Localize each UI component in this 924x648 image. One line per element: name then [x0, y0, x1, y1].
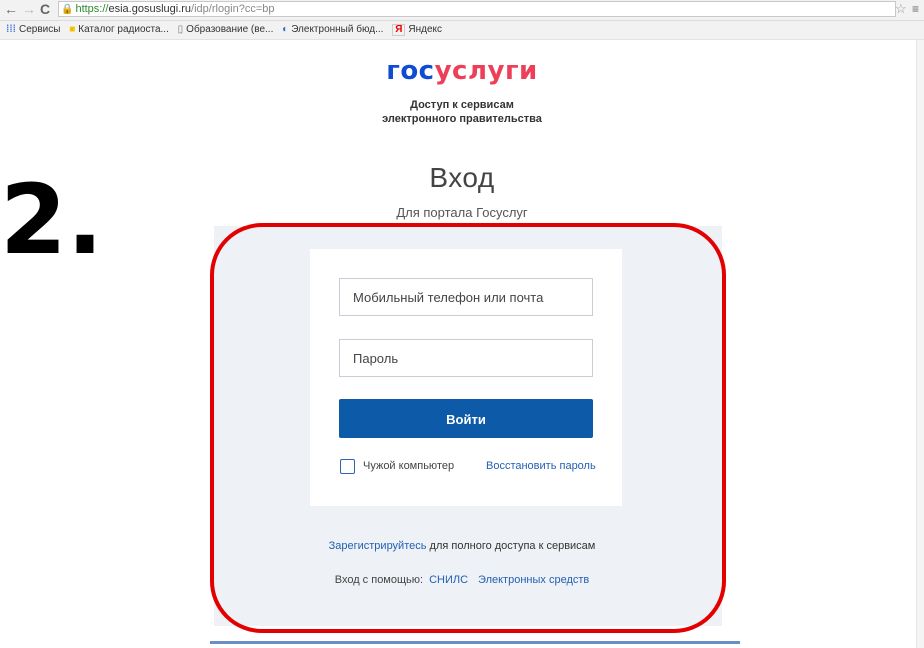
reload-icon[interactable]: C [40, 1, 50, 17]
foreign-computer-checkbox[interactable] [340, 459, 355, 474]
electronic-means-link[interactable]: Электронных средств [478, 574, 589, 586]
login-input[interactable] [339, 278, 593, 316]
page-title: Вход [429, 162, 495, 193]
login-via-label: Вход с помощью: [334, 574, 424, 586]
bookmark-label: Каталог радиоста... [78, 24, 169, 35]
logo-part-uslugi: услуги [434, 56, 538, 86]
address-bar[interactable]: 🔒 https://esia.gosuslugi.ru/idp/rlogin?cc… [58, 1, 896, 17]
apps-icon: ⁞⁞⁞ [6, 24, 16, 35]
bookmark-yandex[interactable]: Я Яндекс [392, 21, 442, 39]
bookmark-label: Образование (ве... [186, 24, 274, 35]
foreign-computer-label[interactable]: Чужой компьютер [363, 460, 454, 472]
page-scrollbar[interactable] [916, 40, 924, 648]
edu-icon: ◐ [282, 24, 289, 35]
snils-link[interactable]: СНИЛС [429, 574, 468, 586]
bookmarks-bar: ⁞⁞⁞ Сервисы ■ Каталог радиоста... ▯ Образов… [0, 21, 924, 40]
register-row: Зарегистрируйтесь для полного доступа к … [0, 540, 924, 552]
page-icon: ▯ [177, 24, 184, 35]
browser-menu-icon[interactable]: ≡ [912, 2, 919, 16]
restore-password-link[interactable]: Восстановить пароль [486, 460, 596, 472]
forward-icon[interactable]: → [22, 1, 36, 17]
tagline-line1: Доступ к сервисам [410, 99, 514, 111]
url-host: esia.gosuslugi.ru [108, 3, 192, 15]
yandex-icon: Я [392, 24, 406, 36]
login-button[interactable]: Войти [339, 399, 593, 438]
bookmark-label: Сервисы [19, 24, 61, 35]
lock-icon: 🔒 [61, 4, 74, 15]
bookmark-e-budget[interactable]: ◐ Электронный бюд... [282, 21, 383, 39]
folder-icon: ■ [69, 24, 76, 35]
bookmark-services[interactable]: ⁞⁞⁞ Сервисы [6, 21, 60, 39]
gosuslugi-logo[interactable]: госуслуги [0, 56, 924, 86]
login-via-row: Вход с помощью: СНИЛС Электронных средств [0, 574, 924, 586]
register-text: для полного доступа к сервисам [426, 540, 596, 552]
page-subtitle: Для портала Госуслуг [396, 205, 528, 220]
tagline: Доступ к сервисам электронного правитель… [0, 98, 924, 126]
back-icon[interactable]: ← [4, 1, 18, 17]
page-bottom-divider [210, 641, 740, 644]
bookmark-label: Яндекс [408, 24, 443, 35]
password-input[interactable] [339, 339, 593, 377]
bookmark-label: Электронный бюд... [291, 24, 384, 35]
bookmark-star-icon[interactable]: ☆ [895, 1, 907, 17]
bookmark-radio-catalog[interactable]: ■ Каталог радиоста... [69, 21, 169, 39]
bookmark-education[interactable]: ▯ Образование (ве... [178, 21, 274, 39]
browser-toolbar: ← → C 🔒 https://esia.gosuslugi.ru/idp/rlo… [0, 0, 924, 21]
url-scheme: https:// [75, 3, 109, 15]
tagline-line2: электронного правительства [382, 113, 542, 125]
url-path: /idp/rlogin?cc=bp [191, 3, 275, 15]
logo-part-gos: гос [386, 56, 435, 86]
register-link[interactable]: Зарегистрируйтесь [329, 540, 427, 552]
step-number-annotation: 2. [0, 164, 104, 276]
